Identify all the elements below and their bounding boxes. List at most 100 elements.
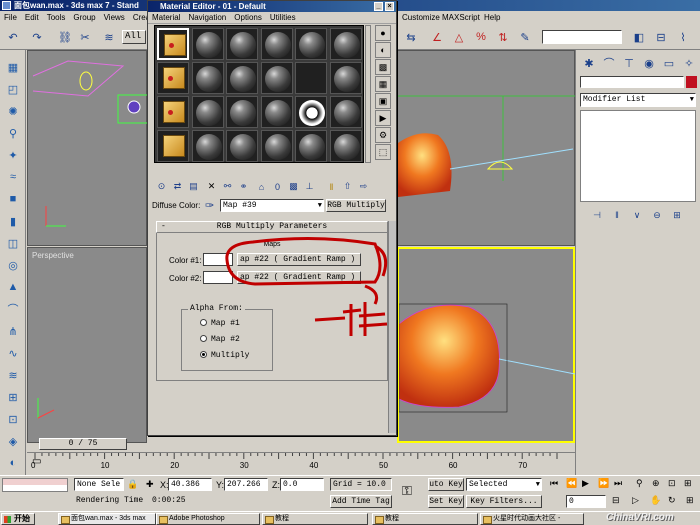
taskbar-item-photoshop[interactable]: Adobe Photoshop — [156, 513, 260, 525]
material-id-icon[interactable]: 0 — [270, 179, 285, 194]
menu-help[interactable]: Help — [480, 11, 504, 25]
align-icon[interactable]: ⊟ — [652, 28, 670, 46]
edit-mesh-icon[interactable]: ◈ — [4, 432, 22, 450]
selection-filter-dropdown[interactable]: All — [122, 30, 146, 44]
configure-sets-icon[interactable]: ⊞ — [668, 206, 686, 224]
absolute-mode-icon[interactable]: ✚ — [146, 479, 154, 490]
go-to-parent-icon[interactable]: ⇧ — [340, 179, 355, 194]
start-button[interactable]: 开始 — [1, 513, 35, 525]
make-unique-icon[interactable]: ∨ — [628, 206, 646, 224]
me-menu-options[interactable]: Options — [230, 12, 266, 24]
menu-edit[interactable]: Edit — [21, 11, 43, 25]
menu-views[interactable]: Views — [100, 11, 129, 25]
mini-listener[interactable]: ▭ — [0, 452, 41, 474]
shape-icon[interactable]: ◰ — [4, 80, 22, 98]
zoom-icon[interactable]: ⚲ — [636, 478, 643, 489]
object-color-swatch[interactable] — [686, 76, 697, 88]
backlight-icon[interactable]: ◐ — [375, 42, 391, 58]
x-coordinate[interactable]: 40.386 — [168, 478, 212, 491]
current-frame-field[interactable]: 0 — [566, 495, 606, 508]
key-selection-dropdown[interactable]: Selected ▼ — [466, 478, 542, 491]
percent-snap-icon[interactable]: % — [472, 28, 490, 46]
key-mode-icon[interactable]: ▭ — [32, 456, 50, 470]
bend-icon[interactable]: ⌒ — [4, 300, 22, 318]
unlink-icon[interactable]: ✂ — [76, 28, 94, 46]
alpha-option-multiply[interactable]: Multiply — [200, 351, 249, 360]
sample-slot[interactable] — [226, 62, 258, 94]
sample-slot[interactable] — [329, 28, 362, 60]
sample-slot[interactable] — [191, 96, 224, 128]
mirror-tool-icon[interactable]: ◧ — [630, 28, 648, 46]
snap-3d-icon[interactable]: ∠ — [428, 28, 446, 46]
get-material-icon[interactable]: ⊙ — [154, 179, 169, 194]
set-key-button[interactable]: Set Key — [428, 495, 464, 508]
track-bar[interactable]: 0 10 20 30 40 50 60 70 — [27, 452, 575, 474]
pick-material-icon[interactable]: ✑ — [205, 199, 214, 212]
named-selection-sets-field[interactable] — [542, 30, 622, 44]
torus-icon[interactable]: ◎ — [4, 256, 22, 274]
sample-slot[interactable] — [191, 130, 224, 162]
camera-icon[interactable]: ⚲ — [4, 124, 22, 142]
map-name-field[interactable]: Map #39 ▼ — [220, 199, 324, 212]
helper-icon[interactable]: ✦ — [4, 146, 22, 164]
uv-tiling-icon[interactable]: ▦ — [375, 76, 391, 92]
previous-frame-icon[interactable]: ⏪ — [566, 478, 577, 489]
sample-slot[interactable] — [157, 62, 189, 94]
minimize-icon[interactable]: _ — [374, 2, 383, 11]
menu-tools[interactable]: Tools — [43, 11, 70, 25]
pin-stack-icon[interactable]: ⊣ — [588, 206, 606, 224]
create-tab-icon[interactable]: ✱ — [580, 54, 598, 72]
ffd-icon[interactable]: ⊞ — [4, 388, 22, 406]
put-material-icon[interactable]: ⇄ — [170, 179, 185, 194]
sample-slot[interactable] — [191, 62, 224, 94]
maximize-viewport-icon[interactable]: ⊞ — [686, 495, 694, 506]
mirror-icon[interactable]: ⇆ — [402, 28, 420, 46]
go-to-start-icon[interactable]: ⏮ — [550, 478, 558, 489]
taskbar-item-3dsmax[interactable]: 面包wan.max - 3ds max — [58, 513, 156, 525]
assign-material-icon[interactable]: ▤ — [186, 179, 201, 194]
go-to-end-icon[interactable]: ⏭ — [614, 478, 622, 489]
field-of-view-icon[interactable]: ▷ — [632, 495, 639, 506]
sample-slot[interactable] — [157, 28, 189, 60]
undo-icon[interactable]: ↶ — [4, 28, 22, 46]
sample-slot[interactable] — [329, 96, 362, 128]
bind-space-warp-icon[interactable]: ≋ — [100, 28, 118, 46]
set-key-icon[interactable]: ⚿ — [402, 483, 412, 499]
sample-slot[interactable] — [226, 28, 258, 60]
make-preview-icon[interactable]: ▶ — [375, 110, 391, 126]
tube-icon[interactable]: ◫ — [4, 234, 22, 252]
sample-slot[interactable] — [157, 96, 189, 128]
menu-maxscript[interactable]: MAXScript — [438, 11, 484, 25]
select-by-material-icon[interactable]: ⬚ — [375, 144, 391, 160]
object-icon[interactable]: ▦ — [4, 58, 22, 76]
utilities-tab-icon[interactable]: ✧ — [680, 54, 698, 72]
make-copy-icon[interactable]: ⚯ — [220, 179, 235, 194]
sample-slot[interactable] — [295, 28, 327, 60]
sample-slot[interactable] — [329, 130, 362, 162]
cylinder-icon[interactable]: ▮ — [4, 212, 22, 230]
taskbar-item-folder-1[interactable]: 教程 — [262, 513, 368, 525]
modifier-list-dropdown[interactable]: Modifier List ▼ — [580, 93, 696, 107]
put-to-library-icon[interactable]: ⌂ — [254, 179, 269, 194]
remove-modifier-icon[interactable]: ⊖ — [648, 206, 666, 224]
taskbar-item-browser[interactable]: 火星时代动画大社区 - — [480, 513, 584, 525]
add-time-tag-button[interactable]: Add Time Tag — [330, 495, 392, 508]
show-map-icon[interactable]: ▩ — [286, 179, 301, 194]
sample-slots-scrollbar[interactable] — [365, 25, 371, 163]
time-slider-thumb[interactable]: 0 / 75 — [39, 438, 127, 450]
space-warp-icon[interactable]: ≈ — [4, 168, 22, 186]
object-name-field[interactable] — [580, 76, 684, 88]
light-icon[interactable]: ✺ — [4, 102, 22, 120]
pan-icon[interactable]: ✋ — [650, 495, 661, 506]
sample-slot[interactable] — [191, 28, 224, 60]
make-unique-icon[interactable]: ⚭ — [236, 179, 251, 194]
sample-slot[interactable] — [295, 62, 327, 94]
time-config-icon[interactable]: ⊟ — [612, 495, 620, 506]
sample-slot[interactable] — [329, 62, 362, 94]
redo-icon[interactable]: ↷ — [28, 28, 46, 46]
display-tab-icon[interactable]: ▭ — [660, 54, 678, 72]
sample-slot[interactable] — [260, 96, 293, 128]
sample-slot[interactable] — [260, 28, 293, 60]
noise-icon[interactable]: ≋ — [4, 366, 22, 384]
me-menu-navigation[interactable]: Navigation — [184, 12, 230, 24]
